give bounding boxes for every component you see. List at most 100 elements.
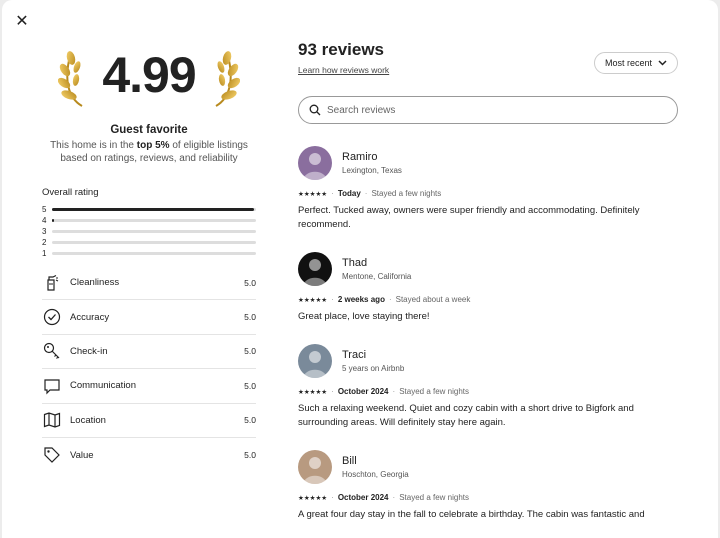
reviewer-location: 5 years on Airbnb (342, 364, 405, 373)
rating-bar-track (52, 230, 256, 233)
avatar[interactable] (298, 344, 332, 378)
reviewer-location: Lexington, Texas (342, 166, 402, 175)
review-meta: ★★★★★ · October 2024 · Stayed a few nigh… (298, 387, 678, 396)
meta-separator: · (331, 493, 334, 502)
meta-separator: · (331, 387, 334, 396)
guest-favorite-description: This home is in the top 5% of eligible l… (50, 140, 248, 164)
review-date: 2 weeks ago (337, 295, 385, 304)
rating-distribution: 5 4 3 2 1 (42, 204, 256, 259)
star-rating: ★★★★★ (298, 494, 328, 502)
meta-separator: · (331, 189, 334, 198)
category-value: 5.0 (244, 450, 256, 461)
rating-bar-track (52, 252, 256, 255)
laurel-right-icon (215, 51, 240, 107)
review-item: Bill Hoschton, Georgia ★★★★★ · October 2… (298, 450, 678, 522)
meta-separator: · (331, 295, 334, 304)
review-meta: ★★★★★ · October 2024 · Stayed a few nigh… (298, 493, 678, 502)
category-row-cleanliness: Cleanliness 5.0 (42, 266, 256, 301)
rating-bar-row: 2 (42, 237, 256, 248)
category-label: Cleanliness (70, 277, 120, 289)
learn-reviews-link[interactable]: Learn how reviews work (298, 65, 389, 75)
review-text: Great place, love staying there! (298, 311, 430, 322)
stay-duration: Stayed a few nights (399, 493, 470, 502)
review-text: Perfect. Tucked away, owners were super … (298, 205, 640, 230)
category-row-location: Location 5.0 (42, 404, 256, 438)
stay-duration: Stayed a few nights (399, 387, 470, 396)
review-item: Thad Mentone, California ★★★★★ · 2 weeks… (298, 252, 678, 324)
key-icon (42, 341, 62, 361)
rating-bar-row: 1 (42, 248, 256, 259)
reviewer-name: Bill (342, 455, 357, 467)
review-date: October 2024 (337, 387, 389, 396)
reviewer-location: Hoschton, Georgia (342, 470, 409, 479)
reviewer-name: Thad (342, 257, 368, 269)
reviewer-location: Mentone, California (342, 272, 412, 281)
rating-bar-track (52, 241, 256, 244)
category-label: Check-in (70, 345, 108, 357)
reviewer-name: Traci (342, 349, 367, 361)
rating-bar-row: 4 (42, 215, 256, 226)
category-row-accuracy: Accuracy 5.0 (42, 300, 256, 335)
map-icon (42, 410, 62, 430)
review-item: Ramiro Lexington, Texas ★★★★★ · Today · … (298, 146, 678, 232)
rating-bar-row: 5 (42, 204, 256, 215)
reviewer-header: Traci 5 years on Airbnb (298, 344, 678, 378)
reviews-panel: 93 reviews Learn how reviews work Most r… (298, 40, 678, 538)
star-rating: ★★★★★ (298, 388, 328, 396)
review-meta: ★★★★★ · Today · Stayed a few nights (298, 189, 678, 198)
category-row-communication: Communication 5.0 (42, 369, 256, 404)
category-value: 5.0 (244, 277, 256, 288)
spray-bottle-icon (42, 273, 62, 293)
category-ratings: Cleanliness 5.0 Accuracy 5.0 Check-in 5.… (42, 266, 256, 472)
close-icon[interactable]: ✕ (13, 13, 31, 31)
category-value: 5.0 (244, 380, 256, 391)
rating-bar-label: 4 (42, 216, 47, 225)
category-label: Accuracy (70, 311, 110, 323)
reviewer-header: Ramiro Lexington, Texas (298, 146, 678, 180)
score-badge: 4.99 (42, 40, 256, 118)
rating-bar-label: 1 (42, 249, 47, 258)
review-list: Ramiro Lexington, Texas ★★★★★ · Today · … (298, 146, 678, 522)
stay-duration: Stayed about a week (395, 295, 471, 304)
rating-bar-label: 5 (42, 205, 47, 214)
avatar[interactable] (298, 252, 332, 286)
review-item: Traci 5 years on Airbnb ★★★★★ · October … (298, 344, 678, 430)
guest-favorite-title: Guest favorite (110, 124, 188, 136)
category-value: 5.0 (244, 346, 256, 357)
category-value: 5.0 (244, 312, 256, 323)
star-rating: ★★★★★ (298, 296, 328, 304)
rating-bar-label: 2 (42, 238, 47, 247)
stay-duration: Stayed a few nights (371, 189, 442, 198)
rating-bar-track (52, 219, 256, 222)
star-rating: ★★★★★ (298, 190, 328, 198)
review-date: October 2024 (337, 493, 389, 502)
avatar[interactable] (298, 146, 332, 180)
category-row-check-in: Check-in 5.0 (42, 335, 256, 370)
sort-dropdown[interactable]: Most recent (593, 52, 678, 74)
search-bar[interactable] (298, 96, 678, 124)
review-date: Today (337, 189, 361, 198)
review-meta: ★★★★★ · 2 weeks ago · Stayed about a wee… (298, 295, 678, 304)
sort-label: Most recent (604, 58, 652, 68)
reviews-modal: ✕ 4.99 Guest favorite This home is in th… (2, 0, 718, 538)
reviewer-header: Bill Hoschton, Georgia (298, 450, 678, 484)
category-label: Value (70, 449, 94, 461)
overall-rating-title: Overall rating (42, 187, 99, 198)
meta-separator: · (392, 493, 396, 502)
category-row-value: Value 5.0 (42, 438, 256, 472)
meta-separator: · (388, 295, 392, 304)
reviewer-header: Thad Mentone, California (298, 252, 678, 286)
reviewer-name: Ramiro (342, 151, 378, 163)
search-input[interactable] (327, 104, 667, 116)
tag-icon (42, 445, 62, 465)
category-label: Location (70, 414, 106, 426)
category-value: 5.0 (244, 415, 256, 426)
meta-separator: · (392, 387, 396, 396)
rating-summary: 4.99 Guest favorite This home is in the … (42, 40, 256, 472)
rating-bar-fill (52, 219, 55, 222)
rating-bar-track (52, 208, 256, 211)
rating-bar-fill (52, 208, 254, 211)
avatar[interactable] (298, 450, 332, 484)
search-icon (309, 104, 321, 116)
rating-bar-label: 3 (42, 227, 47, 236)
